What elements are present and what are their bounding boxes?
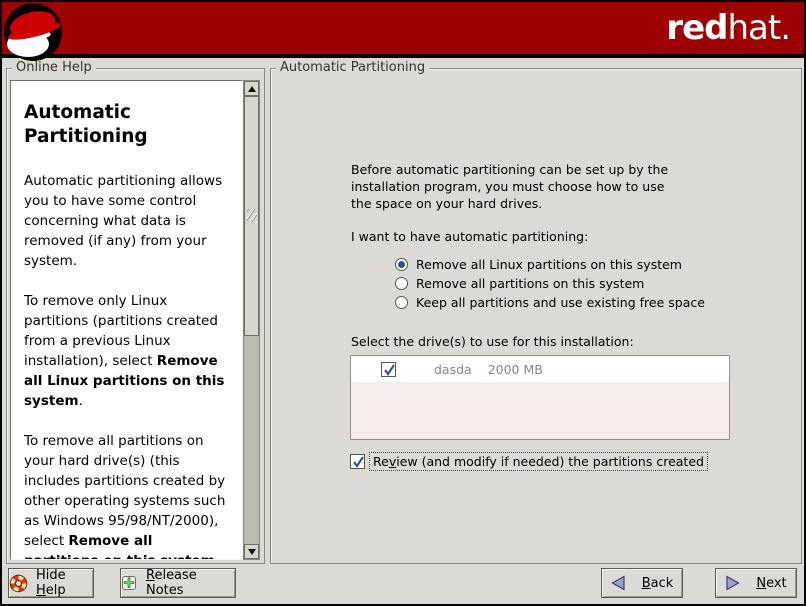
drive-select-label: Select the drive(s) to use for this inst… (351, 334, 634, 349)
checkmark-icon (350, 453, 367, 470)
help-p2-period: . (79, 393, 83, 409)
brand-light: hat (727, 8, 780, 48)
scroll-down-button[interactable] (244, 544, 259, 559)
release-notes-icon (121, 575, 138, 592)
radio-button[interactable] (395, 277, 408, 290)
radio-selected-dot (398, 261, 405, 268)
automatic-partitioning-frame-label: Automatic Partitioning (276, 60, 429, 76)
help-paragraph-1: Automatic partitioning allows you to hav… (24, 171, 231, 271)
next-button[interactable]: Next (715, 568, 797, 598)
arrow-down-icon (248, 549, 256, 555)
release-notes-button[interactable]: Release Notes (120, 568, 236, 598)
redhat-shadowman-logo-icon (4, 2, 68, 66)
arrow-up-icon (248, 86, 256, 92)
back-button[interactable]: Back (601, 568, 683, 598)
scrollbar-grip-icon (247, 209, 257, 223)
help-p3-period: . (215, 553, 219, 560)
partitioning-question-label: I want to have automatic partitioning: (351, 229, 588, 244)
installer-window: redhat. Online Help Automatic Partitioni… (2, 2, 804, 604)
intro-text: Before automatic partitioning can be set… (351, 161, 691, 212)
automatic-partitioning-frame: Automatic Partitioning Before automatic … (270, 68, 802, 564)
radio-keep-all-partitions[interactable]: Keep all partitions and use existing fre… (395, 294, 705, 311)
scrollbar-thumb[interactable] (244, 96, 259, 336)
help-title: Automatic Partitioning (24, 101, 231, 149)
brand-dot: . (780, 8, 790, 48)
next-label: Next (756, 576, 786, 591)
review-checkbox-label[interactable]: Review (and modify if needed) the partit… (370, 453, 707, 470)
help-paragraph-2: To remove only Linux partitions (partiti… (24, 291, 231, 411)
radio-remove-linux-partitions[interactable]: Remove all Linux partitions on this syst… (395, 256, 682, 273)
header-banner: redhat. (2, 2, 804, 58)
online-help-frame: Online Help Automatic Partitioning Autom… (6, 68, 265, 564)
help-scrollbar[interactable] (243, 80, 260, 560)
review-checkbox[interactable] (350, 454, 365, 469)
radio-label[interactable]: Remove all partitions on this system (416, 276, 644, 291)
review-label-post: iew (and modify if needed) the partition… (396, 454, 704, 469)
review-partitions-option[interactable]: Review (and modify if needed) the partit… (350, 453, 707, 470)
next-arrow-icon (725, 575, 740, 591)
back-label: Back (642, 576, 674, 591)
checkmark-icon (381, 361, 398, 378)
drive-size: 2000 MB (488, 362, 543, 377)
review-label-pre: Re (373, 454, 389, 469)
drive-checkbox[interactable] (381, 362, 396, 377)
radio-label[interactable]: Keep all partitions and use existing fre… (416, 295, 705, 310)
drive-list[interactable]: dasda 2000 MB (350, 355, 730, 440)
redhat-wordmark: redhat. (666, 8, 790, 48)
lifesaver-icon (9, 574, 28, 593)
help-paragraph-3: To remove all partitions on your hard dr… (24, 431, 231, 560)
radio-button[interactable] (395, 258, 408, 271)
back-arrow-icon (611, 575, 626, 591)
hide-help-button[interactable]: Hide Help (8, 568, 94, 598)
scroll-up-button[interactable] (244, 81, 259, 96)
hide-help-label: Hide Help (36, 568, 93, 598)
help-text-area: Automatic Partitioning Automatic partiti… (10, 80, 243, 560)
brand-bold: red (666, 8, 727, 48)
release-notes-label: Release Notes (146, 568, 235, 598)
radio-label[interactable]: Remove all Linux partitions on this syst… (416, 257, 682, 272)
radio-button[interactable] (395, 296, 408, 309)
help-p3-text: To remove all partitions on your hard dr… (24, 433, 225, 549)
radio-remove-all-partitions[interactable]: Remove all partitions on this system (395, 275, 644, 292)
drive-row-dasda[interactable]: dasda 2000 MB (351, 356, 729, 382)
drive-name: dasda (434, 362, 472, 377)
